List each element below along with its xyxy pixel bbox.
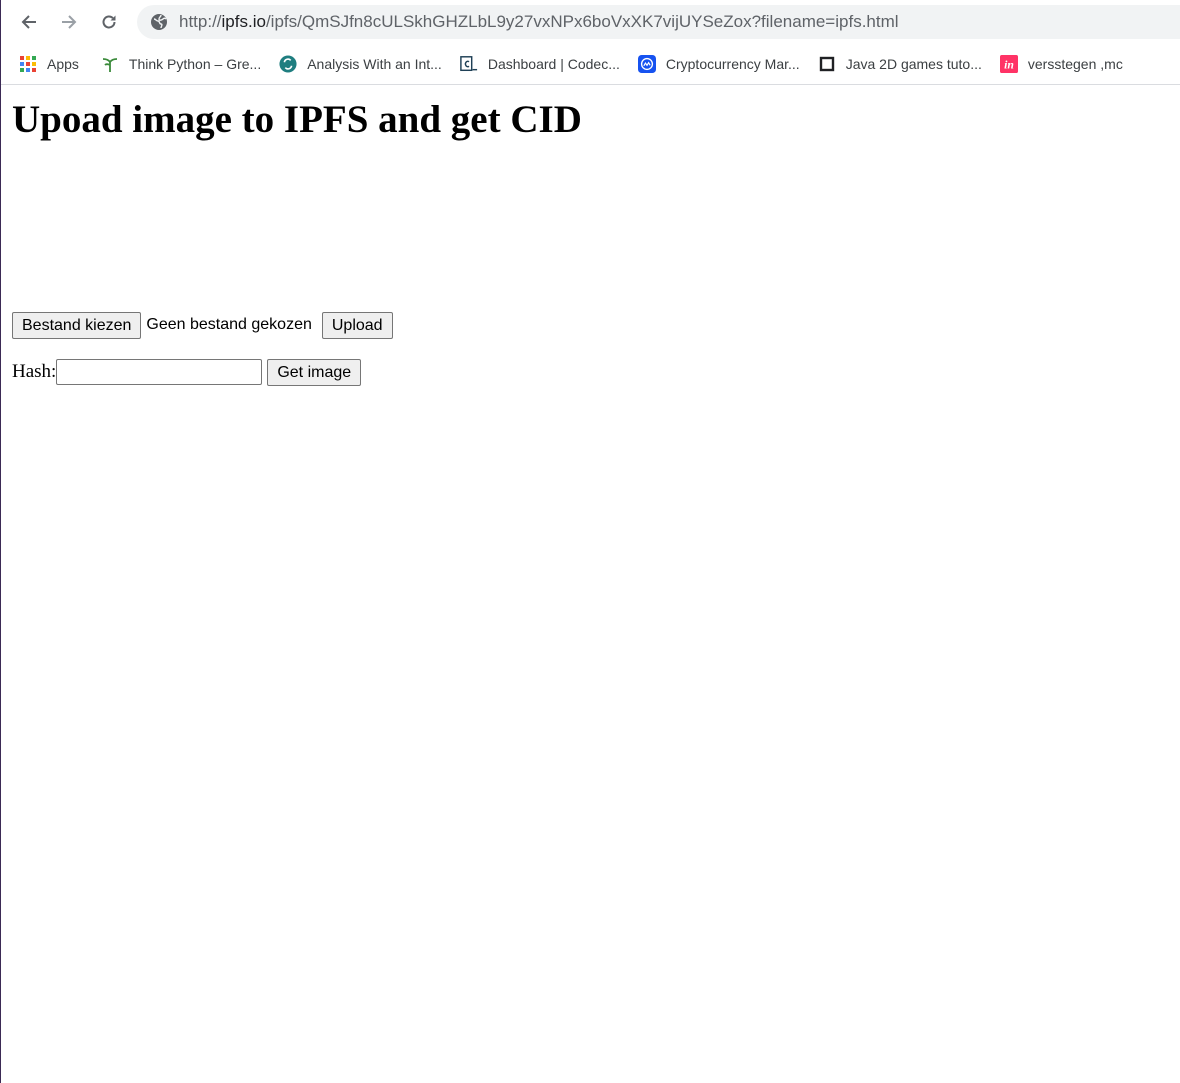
bookmark-analysis[interactable]: Analysis With an Int... — [273, 50, 448, 78]
hash-input[interactable] — [56, 359, 263, 385]
bookmark-label: Java 2D games tuto... — [845, 56, 982, 72]
invision-icon: in — [999, 55, 1018, 73]
bookmark-codecademy[interactable]: Dashboard | Codec... — [454, 50, 626, 78]
teal-circle-icon — [279, 55, 297, 73]
apps-grid-icon — [19, 55, 37, 73]
reload-icon — [102, 15, 116, 29]
get-image-button[interactable]: Get image — [267, 358, 362, 386]
bookmark-label: Analysis With an Int... — [307, 56, 442, 72]
green-tea-press-icon — [101, 55, 119, 73]
url-text: http://ipfs.io/ipfs/QmSJfn8cULSkhGHZLbL9… — [179, 12, 899, 32]
address-bar[interactable]: http://ipfs.io/ipfs/QmSJfn8cULSkhGHZLbL9… — [137, 5, 1180, 39]
bookmarks-bar: Apps Think Python – Gre... Analysis With… — [1, 44, 1180, 85]
arrow-right-icon — [62, 15, 77, 29]
bookmark-label: Apps — [47, 56, 79, 72]
hash-form: Hash: Get image — [12, 358, 362, 386]
arrow-left-icon — [21, 15, 36, 29]
choose-file-button[interactable]: Bestand kiezen — [12, 311, 142, 339]
bookmark-apps[interactable]: Apps — [13, 50, 85, 78]
coinmarketcap-icon — [637, 55, 656, 73]
url-scheme: http:// — [179, 12, 222, 31]
url-host: ipfs.io — [221, 12, 266, 31]
bookmark-label: Think Python – Gre... — [128, 56, 262, 72]
upload-form: Bestand kiezen Geen bestand gekozen Uplo… — [12, 311, 393, 339]
upload-button[interactable]: Upload — [321, 311, 393, 339]
forward-button[interactable] — [55, 8, 83, 36]
url-path: /ipfs/QmSJfn8cULSkhGHZLbL9y27vxNPx6boVxX… — [265, 12, 899, 31]
bookmark-label: versstegen ,mc — [1027, 56, 1123, 72]
page-content: Upoad image to IPFS and get CID Bestand … — [1, 85, 1180, 1083]
file-status-text: Geen bestand gekozen — [146, 316, 312, 333]
square-outline-icon — [818, 55, 836, 73]
svg-text:in: in — [1004, 59, 1014, 72]
hash-label: Hash: — [12, 361, 57, 382]
globe-icon — [150, 13, 168, 31]
browser-toolbar: http://ipfs.io/ipfs/QmSJfn8cULSkhGHZLbL9… — [1, 0, 1180, 44]
bookmark-coinmarketcap[interactable]: Cryptocurrency Mar... — [632, 50, 806, 78]
bookmark-think-python[interactable]: Think Python – Gre... — [95, 50, 267, 78]
reload-button[interactable] — [95, 8, 123, 36]
back-button[interactable] — [15, 8, 43, 36]
bookmark-versstegen[interactable]: in versstegen ,mc — [994, 50, 1129, 78]
bookmark-label: Dashboard | Codec... — [487, 56, 620, 72]
bookmark-label: Cryptocurrency Mar... — [665, 56, 800, 72]
codecademy-icon — [460, 55, 478, 73]
bookmark-java-2d[interactable]: Java 2D games tuto... — [812, 50, 988, 78]
page-title: Upoad image to IPFS and get CID — [12, 98, 582, 141]
